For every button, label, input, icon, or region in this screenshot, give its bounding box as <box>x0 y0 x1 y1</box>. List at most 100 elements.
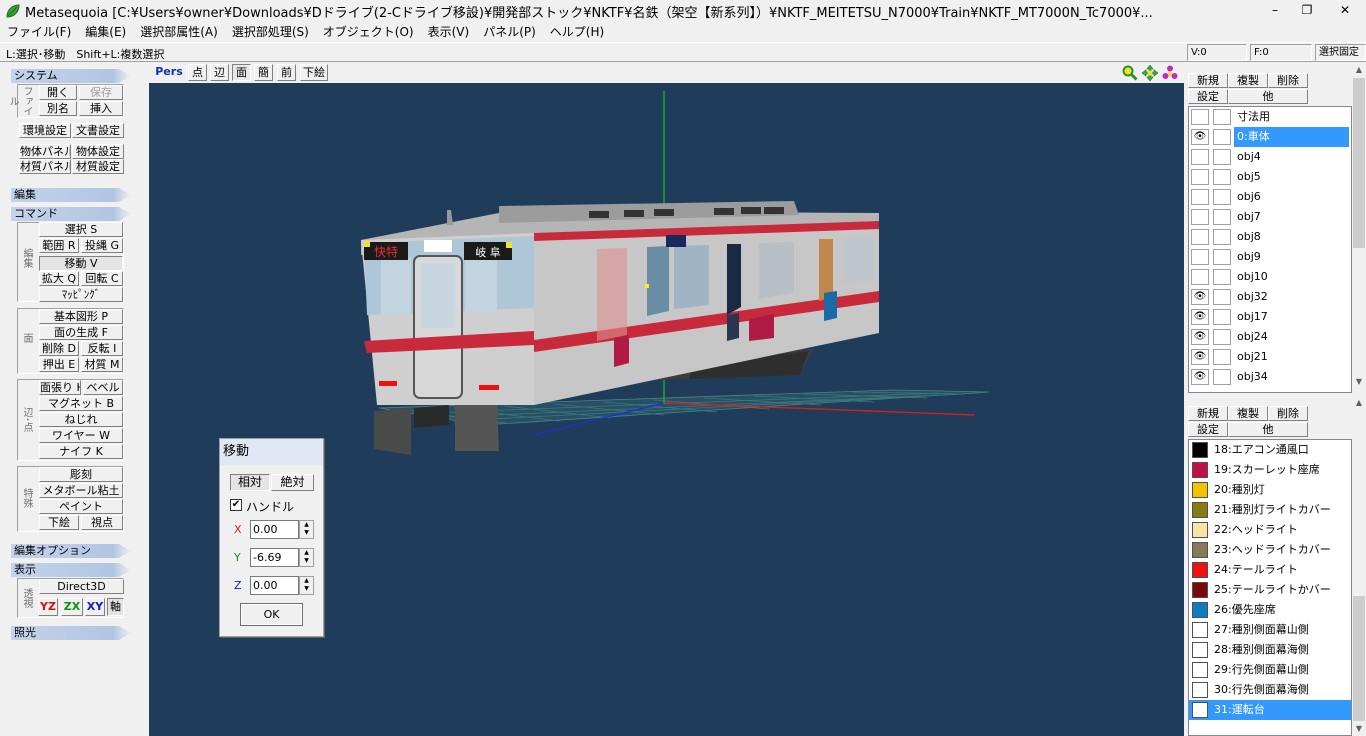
material-copy-button[interactable]: 複製 <box>1228 406 1268 421</box>
handle-checkbox[interactable]: ✔ <box>230 499 242 511</box>
lock-toggle[interactable] <box>1213 149 1231 165</box>
visibility-eye-icon[interactable]: 👁 <box>1191 349 1209 365</box>
material-row[interactable]: 31:運転台 <box>1189 700 1351 720</box>
visibility-eye-icon[interactable] <box>1191 189 1209 205</box>
object-row[interactable]: 👁 0:車体 <box>1189 127 1351 147</box>
ok-button[interactable]: OK <box>240 603 303 626</box>
knife-button[interactable]: ナイフ K <box>39 444 123 459</box>
viewpoint-button[interactable]: 視点 <box>81 515 123 530</box>
underlay-button[interactable]: 下絵 <box>39 515 79 530</box>
object-row[interactable]: obj10 <box>1189 267 1351 287</box>
material-row[interactable]: 30:行先側面幕海側 <box>1189 680 1351 700</box>
y-spin-arrows[interactable]: ▲ ▼ <box>299 548 314 567</box>
menu-file[interactable]: ファイル(F) <box>0 22 78 42</box>
visibility-eye-icon[interactable] <box>1191 249 1209 265</box>
object-row[interactable]: 👁 obj24 <box>1189 327 1351 347</box>
material-tool-button[interactable]: 材質 M <box>81 357 123 372</box>
material-row[interactable]: 19:スカーレット座席 <box>1189 460 1351 480</box>
material-row[interactable]: 24:テールライト <box>1189 560 1351 580</box>
object-row[interactable]: 👁 obj17 <box>1189 307 1351 327</box>
material-row[interactable]: 23:ヘッドライトカバー <box>1189 540 1351 560</box>
axis-toggle-button[interactable]: 軸 <box>107 598 124 616</box>
pan-icon[interactable] <box>1142 65 1158 81</box>
lock-toggle[interactable] <box>1213 249 1231 265</box>
scroll-thumb[interactable] <box>1353 596 1365 721</box>
delete-tool-button[interactable]: 削除 D <box>39 341 79 356</box>
perspective-mode-button[interactable]: Pers <box>152 64 186 81</box>
lasso-tool-button[interactable]: 投縄 G <box>81 238 123 253</box>
object-row[interactable]: obj6 <box>1189 187 1351 207</box>
material-settings-button[interactable]: 設定 <box>1188 422 1228 437</box>
menu-view[interactable]: 表示(V) <box>421 22 477 42</box>
material-row[interactable]: 29:行先側面幕山側 <box>1189 660 1351 680</box>
open-button[interactable]: 開く <box>39 85 77 100</box>
material-delete-button[interactable]: 削除 <box>1268 406 1308 421</box>
invert-tool-button[interactable]: 反転 I <box>81 341 123 356</box>
scroll-down-icon[interactable]: ▼ <box>1352 722 1366 736</box>
object-list[interactable]: 寸法用 👁 0:車体 obj4 obj5 obj6 obj7 obj8 obj9 obj10 👁 ob… <box>1188 106 1352 393</box>
scroll-thumb[interactable] <box>1353 78 1365 248</box>
object-row[interactable]: 寸法用 <box>1189 107 1351 127</box>
section-display[interactable]: 表示 <box>11 563 131 577</box>
lock-toggle[interactable] <box>1213 269 1231 285</box>
material-row[interactable]: 21:種別灯ライトカバー <box>1189 500 1351 520</box>
scroll-up-icon[interactable]: ▲ <box>1352 63 1366 77</box>
visibility-eye-icon[interactable]: 👁 <box>1191 369 1209 385</box>
lock-toggle[interactable] <box>1213 109 1231 125</box>
lock-toggle[interactable] <box>1213 329 1231 345</box>
object-settings-button[interactable]: 設定 <box>1188 89 1228 104</box>
magnet-button[interactable]: マグネット B <box>39 396 123 411</box>
lock-toggle[interactable] <box>1213 169 1231 185</box>
simple-mode-button[interactable]: 簡 <box>254 64 273 81</box>
front-mode-button[interactable]: 前 <box>277 64 296 81</box>
object-other-button[interactable]: 他 <box>1228 89 1308 104</box>
document-settings-button[interactable]: 文書設定 <box>72 123 124 138</box>
object-new-button[interactable]: 新規 <box>1188 73 1228 88</box>
face-mode-button[interactable]: 面 <box>232 64 251 81</box>
material-new-button[interactable]: 新規 <box>1188 406 1228 421</box>
lock-toggle[interactable] <box>1213 349 1231 365</box>
visibility-eye-icon[interactable]: 👁 <box>1191 289 1209 305</box>
y-spinner[interactable]: -6.69 ▲ ▼ <box>250 548 314 567</box>
wire-button[interactable]: ワイヤー W <box>39 428 123 443</box>
object-row[interactable]: 👁 obj32 <box>1189 287 1351 307</box>
yz-view-button[interactable]: YZ <box>38 598 58 616</box>
visibility-eye-icon[interactable] <box>1191 169 1209 185</box>
material-other-button[interactable]: 他 <box>1228 422 1308 437</box>
z-spinner[interactable]: 0.00 ▲ ▼ <box>250 576 314 595</box>
restore-button[interactable]: ❐ <box>1292 0 1322 20</box>
section-edit-options[interactable]: 編集オプション <box>11 544 131 558</box>
material-list-scrollbar[interactable]: ▲ ▼ <box>1352 396 1366 736</box>
extrude-tool-button[interactable]: 押出 E <box>39 357 79 372</box>
insert-button[interactable]: 挿入 <box>79 101 123 116</box>
menu-object[interactable]: オブジェクト(O) <box>316 22 421 42</box>
close-button[interactable]: ✕ <box>1330 0 1360 20</box>
material-row[interactable]: 20:種別灯 <box>1189 480 1351 500</box>
material-list[interactable]: 18:エアコン通風口 19:スカーレット座席 20:種別灯 21:種別灯ライトカバー 2… <box>1188 439 1352 736</box>
edge-mode-button[interactable]: 辺 <box>210 64 229 81</box>
object-delete-button[interactable]: 削除 <box>1268 73 1308 88</box>
object-settings-button[interactable]: 物体設定 <box>72 144 124 159</box>
section-command[interactable]: コマンド <box>11 207 131 221</box>
face-paste-button[interactable]: 面張り H <box>39 380 81 395</box>
zoom-icon[interactable] <box>1122 65 1138 81</box>
scene-canvas[interactable]: 快特 岐 阜 <box>149 83 1184 736</box>
lock-toggle[interactable] <box>1213 129 1231 145</box>
rotate-view-icon[interactable] <box>1162 65 1178 81</box>
object-list-scrollbar[interactable]: ▲ ▼ <box>1352 63 1366 393</box>
environment-settings-button[interactable]: 環境設定 <box>19 123 71 138</box>
visibility-eye-icon[interactable] <box>1191 209 1209 225</box>
lock-toggle[interactable] <box>1213 309 1231 325</box>
scroll-up-icon[interactable]: ▲ <box>1352 396 1366 410</box>
section-edit[interactable]: 編集 <box>11 188 131 202</box>
material-settings-button[interactable]: 材質設定 <box>72 159 124 174</box>
twist-button[interactable]: ねじれ <box>39 412 123 427</box>
metaball-button[interactable]: メタボール粘土 <box>39 483 123 498</box>
visibility-eye-icon[interactable]: 👁 <box>1191 309 1209 325</box>
material-row[interactable]: 18:エアコン通風口 <box>1189 440 1351 460</box>
vertex-mode-button[interactable]: 点 <box>188 64 207 81</box>
lock-toggle[interactable] <box>1213 369 1231 385</box>
material-row[interactable]: 25:テールライトかバー <box>1189 580 1351 600</box>
x-spin-arrows[interactable]: ▲ ▼ <box>299 520 314 539</box>
face-generate-button[interactable]: 面の生成 F <box>39 325 123 340</box>
